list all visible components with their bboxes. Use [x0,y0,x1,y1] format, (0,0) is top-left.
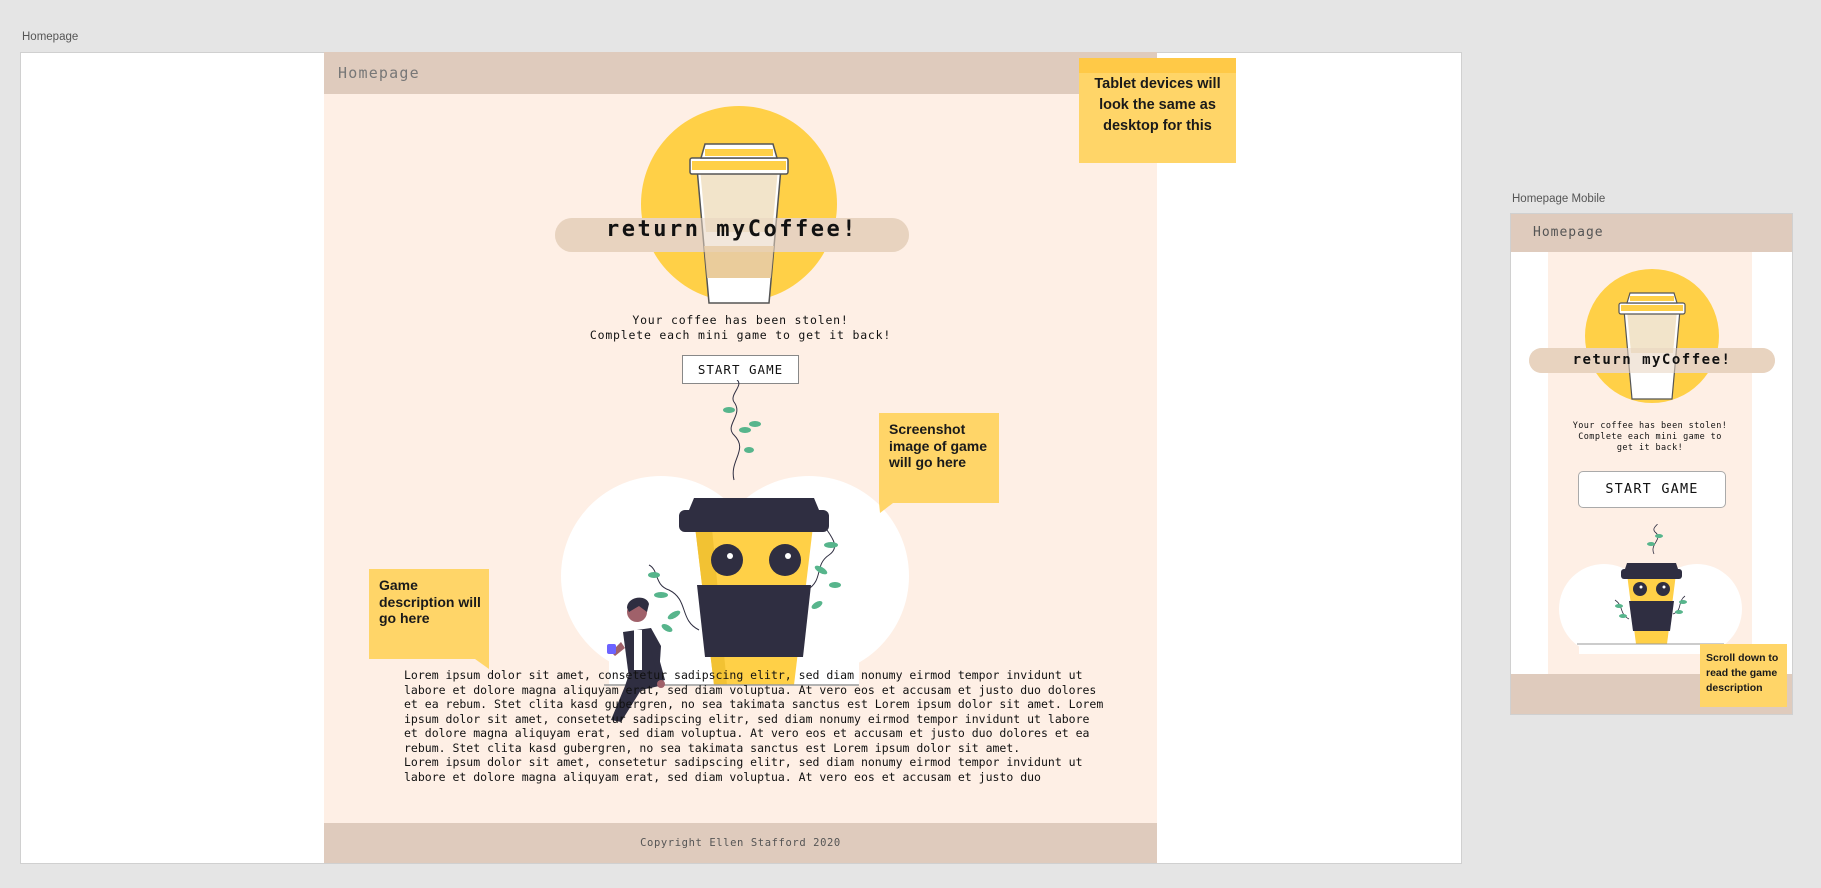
sticky-note-tab [1079,58,1236,73]
mobile-header: Homepage [1511,214,1792,252]
mobile-tagline-line-1: Your coffee has been stolen! [1572,421,1728,431]
description-paragraph-2: Lorem ipsum dolor sit amet, consetetur s… [404,755,1083,784]
desktop-frame-label: Homepage [22,31,79,43]
mobile-header-title[interactable]: Homepage [1533,225,1604,240]
mobile-coffee-cup-logo: return myCoffee! [1529,268,1775,403]
sticky-note-tablet: Tablet devices will look the same as des… [1079,58,1236,163]
footer-copyright: Copyright Ellen Stafford 2020 [640,837,841,849]
tagline-line-2: Complete each mini game to get it back! [589,327,892,342]
sticky-note-scroll: Scroll down to read the game description [1700,644,1787,707]
tagline-line-1: Your coffee has been stolen! [632,313,849,327]
game-description-text: Lorem ipsum dolor sit amet, consetetur s… [404,668,1104,784]
sticky-note-text: Screenshot image of game will go here [889,421,988,470]
mobile-frame: Homepage return myCoffee! Your coffee ha… [1510,213,1793,715]
mobile-app-title: return myCoffee! [1572,352,1732,368]
sticky-note-text: Scroll down to read the game description [1706,652,1779,694]
sticky-note-text: Tablet devices will look the same as des… [1094,76,1221,134]
header-title[interactable]: Homepage [338,64,420,82]
sticky-note-screenshot: Screenshot image of game will go here [879,413,999,513]
mobile-coffee-character-illustration [1559,523,1744,664]
sticky-note-description: Game description will go here [369,569,489,669]
mobile-tagline-line-2: Complete each mini game to [1578,432,1722,442]
app-title: return myCoffee! [606,217,858,242]
mobile-tagline-line-3: get it back! [1616,443,1684,453]
description-paragraph-1: Lorem ipsum dolor sit amet, consetetur s… [404,668,1104,755]
coffee-cup-logo-icon [1529,269,1775,403]
desktop-page: Homepage return myCoffee! Your coffee ha… [324,52,1157,863]
mobile-frame-label: Homepage Mobile [1512,193,1606,205]
coffee-cup-logo-icon [555,106,909,304]
coffee-cup-logo: return myCoffee! [554,104,924,309]
desktop-footer: Copyright Ellen Stafford 2020 [324,823,1157,863]
desktop-header: Homepage [324,52,1157,94]
sticky-note-text: Game description will go here [379,577,481,626]
mobile-start-game-button[interactable]: START GAME [1578,471,1726,508]
mobile-tagline: Your coffee has been stolen! Complete ea… [1548,421,1752,454]
tagline: Your coffee has been stolen! Complete ea… [324,313,1157,342]
